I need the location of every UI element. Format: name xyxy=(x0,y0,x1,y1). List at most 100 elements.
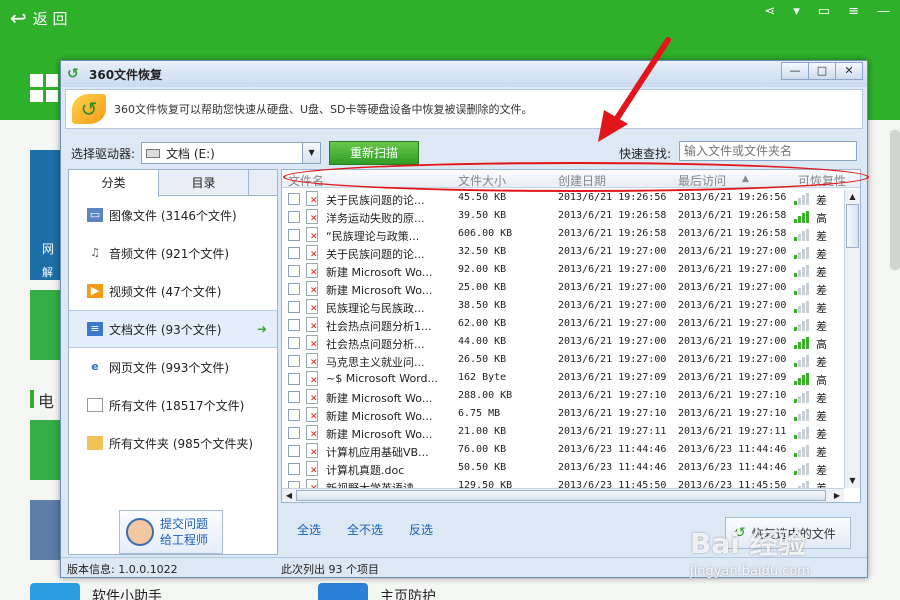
signal-bar xyxy=(802,267,805,277)
file-row[interactable]: 新建 Microsoft Wo... 288.00 KB 2013/6/21 19:… xyxy=(282,388,844,406)
select-none-link[interactable]: 全不选 xyxy=(347,521,383,538)
row-checkbox[interactable] xyxy=(288,427,300,439)
row-checkbox[interactable] xyxy=(288,283,300,295)
file-row[interactable]: “民族理论与政策... 606.00 KB 2013/6/21 19:26:58 20… xyxy=(282,226,844,244)
file-row[interactable]: 新建 Microsoft Wo... 92.00 KB 2013/6/21 19:2… xyxy=(282,262,844,280)
file-size: 21.00 KB xyxy=(458,426,507,437)
file-row[interactable]: 关于民族问题的论... 32.50 KB 2013/6/21 19:27:00 201… xyxy=(282,244,844,262)
signal-bar xyxy=(806,373,809,385)
horizontal-scrollbar[interactable]: ◀ ▶ xyxy=(282,488,844,502)
minimize-icon[interactable]: — xyxy=(877,4,890,19)
scroll-left-icon[interactable]: ◀ xyxy=(282,489,296,502)
drive-select[interactable]: 文档 (E:) ▼ xyxy=(141,142,322,164)
left-tile[interactable] xyxy=(30,150,60,280)
scroll-down-icon[interactable]: ▼ xyxy=(845,474,860,488)
file-row[interactable]: ~$ Microsoft Word... 162 Byte 2013/6/21 19… xyxy=(282,370,844,388)
scroll-thumb[interactable] xyxy=(846,204,859,248)
file-row[interactable]: 社会热点问题分析1... 62.00 KB 2013/6/21 19:27:00 20… xyxy=(282,316,844,334)
signal-bar xyxy=(794,381,797,385)
category-list: ▭ 图像文件 (3146个文件) ♫ 音频文件 (921个文件) ▶ 视频文件 … xyxy=(69,196,277,462)
app-grid-icon[interactable] xyxy=(30,74,58,102)
row-checkbox[interactable] xyxy=(288,409,300,421)
signal-bars-icon xyxy=(794,391,810,403)
close-button[interactable]: ✕ xyxy=(835,62,863,80)
row-checkbox[interactable] xyxy=(288,193,300,205)
row-checkbox[interactable] xyxy=(288,211,300,223)
file-row[interactable]: 关于民族问题的论... 45.50 KB 2013/6/21 19:26:56 201… xyxy=(282,190,844,208)
tab-directory[interactable]: 目录 xyxy=(159,170,249,195)
row-checkbox[interactable] xyxy=(288,229,300,241)
vertical-scrollbar[interactable]: ▲ ▼ xyxy=(844,190,860,488)
search-input[interactable] xyxy=(679,141,857,161)
invert-selection-link[interactable]: 反选 xyxy=(409,521,433,538)
select-all-link[interactable]: 全选 xyxy=(297,521,321,538)
chevron-down-icon[interactable]: ▼ xyxy=(302,143,321,163)
row-checkbox[interactable] xyxy=(288,301,300,313)
title-bar[interactable]: ↺ 360文件恢复 xyxy=(61,61,867,87)
skin-icon[interactable]: ▾ xyxy=(793,4,800,19)
row-checkbox[interactable] xyxy=(288,463,300,475)
minimize-button[interactable]: — xyxy=(781,62,809,80)
file-created: 2013/6/23 11:44:46 xyxy=(558,462,667,473)
signal-bar xyxy=(802,339,805,349)
submit-issue-button[interactable]: 提交问题 给工程师 xyxy=(119,510,223,554)
file-created: 2013/6/21 19:27:10 xyxy=(558,408,667,419)
rescan-button[interactable]: 重新扫描 xyxy=(329,141,420,165)
category-label: 所有文件夹 (985个文件夹) xyxy=(109,436,254,451)
row-checkbox[interactable] xyxy=(288,247,300,259)
category-web[interactable]: e 网页文件 (993个文件) xyxy=(69,348,277,386)
file-name: 新建 Microsoft Wo... xyxy=(326,392,433,405)
background-scrollbar[interactable] xyxy=(890,130,900,270)
file-created: 2013/6/21 19:27:00 xyxy=(558,300,667,311)
signal-bar xyxy=(806,301,809,313)
bottom-item[interactable]: 软件小助手 xyxy=(92,586,162,600)
category-video[interactable]: ▶ 视频文件 (47个文件) xyxy=(69,272,277,310)
row-checkbox[interactable] xyxy=(288,355,300,367)
row-checkbox[interactable] xyxy=(288,445,300,457)
category-document[interactable]: ≡ 文档文件 (93个文件) ➜ xyxy=(69,310,277,348)
scroll-right-icon[interactable]: ▶ xyxy=(830,489,844,502)
scroll-up-icon[interactable]: ▲ xyxy=(845,190,860,204)
file-row[interactable]: 社会热点问题分析... 44.00 KB 2013/6/21 19:27:00 201… xyxy=(282,334,844,352)
bottom-item[interactable]: 主页防护 xyxy=(380,586,436,600)
row-checkbox[interactable] xyxy=(288,319,300,331)
signal-bar xyxy=(798,396,801,403)
file-size: 92.00 KB xyxy=(458,264,507,275)
recoverability: 差 xyxy=(816,194,827,207)
file-accessed: 2013/6/21 19:26:58 xyxy=(678,228,787,239)
file-accessed: 2013/6/21 19:27:00 xyxy=(678,300,787,311)
maximize-button[interactable]: □ xyxy=(808,62,836,80)
home-protect-icon[interactable] xyxy=(318,583,368,600)
left-tile[interactable] xyxy=(30,420,60,480)
row-checkbox[interactable] xyxy=(288,265,300,277)
file-row[interactable]: 计算机应用基础VB... 76.00 KB 2013/6/23 11:44:46 20… xyxy=(282,442,844,460)
file-row[interactable]: 新建 Microsoft Wo... 21.00 KB 2013/6/21 19:2… xyxy=(282,424,844,442)
message-icon[interactable]: ▭ xyxy=(818,4,830,19)
recoverability: 高 xyxy=(816,212,827,225)
assistant-icon[interactable] xyxy=(30,583,80,600)
category-all-folders[interactable]: 所有文件夹 (985个文件夹) xyxy=(69,424,277,462)
deleted-file-icon xyxy=(306,299,318,314)
recoverability: 差 xyxy=(816,248,827,261)
tab-category[interactable]: 分类 xyxy=(69,170,159,197)
file-row[interactable]: 新建 Microsoft Wo... 25.00 KB 2013/6/21 19:2… xyxy=(282,280,844,298)
category-audio[interactable]: ♫ 音频文件 (921个文件) xyxy=(69,234,277,272)
file-row[interactable]: 计算机真题.doc 50.50 KB 2013/6/23 11:44:46 2013/… xyxy=(282,460,844,478)
all-files-icon xyxy=(87,398,103,412)
file-row[interactable]: 洋务运动失败的原... 39.50 KB 2013/6/21 19:26:58 201… xyxy=(282,208,844,226)
engineer-tile[interactable] xyxy=(30,500,60,560)
file-row[interactable]: 新建 Microsoft Wo... 6.75 MB 2013/6/21 19:27… xyxy=(282,406,844,424)
hscroll-thumb[interactable] xyxy=(296,490,826,501)
menu-icon[interactable]: ≡ xyxy=(848,4,859,19)
category-all-files[interactable]: 所有文件 (18517个文件) xyxy=(69,386,277,424)
share-icon[interactable]: ⋖ xyxy=(764,4,775,19)
category-image[interactable]: ▭ 图像文件 (3146个文件) xyxy=(69,196,277,234)
file-row[interactable]: 马克思主义就业问... 26.50 KB 2013/6/21 19:27:00 201… xyxy=(282,352,844,370)
row-checkbox[interactable] xyxy=(288,391,300,403)
left-tile[interactable] xyxy=(30,290,60,360)
back-button[interactable]: ↩ 返 回 xyxy=(10,6,68,30)
row-checkbox[interactable] xyxy=(288,373,300,385)
file-accessed: 2013/6/21 19:27:00 xyxy=(678,336,787,347)
file-row[interactable]: 民族理论与民族政... 38.50 KB 2013/6/21 19:27:00 201… xyxy=(282,298,844,316)
row-checkbox[interactable] xyxy=(288,337,300,349)
